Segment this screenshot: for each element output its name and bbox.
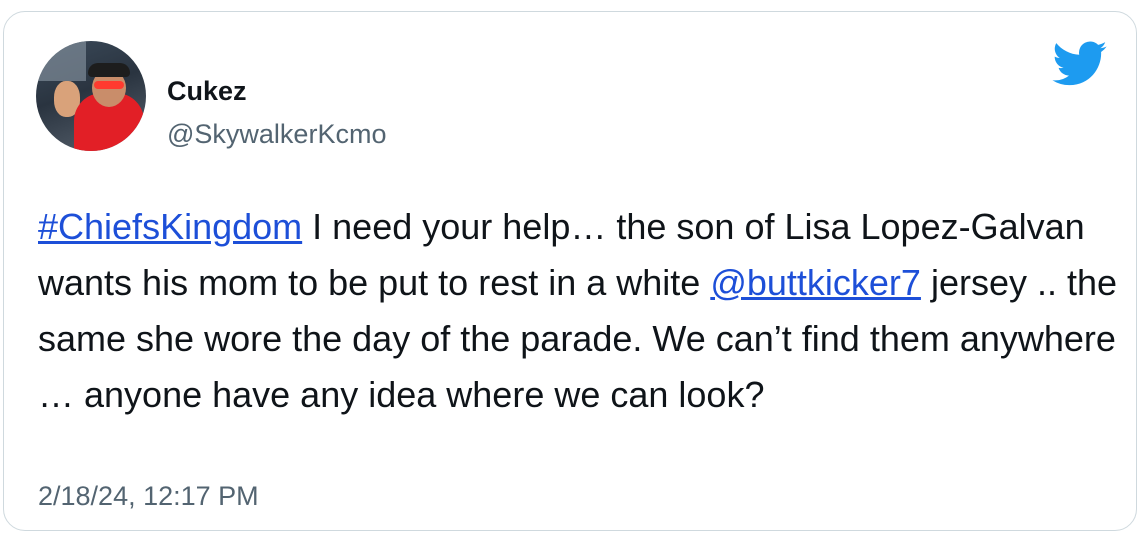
avatar-cap [88,63,130,77]
author-name[interactable]: Cukez [167,76,247,107]
tweet-text: #ChiefsKingdom I need your help… the son… [38,199,1118,423]
tweet-timestamp[interactable]: 2/18/24, 12:17 PM [38,481,259,512]
tweet-card: Cukez @SkywalkerKcmo #ChiefsKingdom I ne… [3,11,1137,531]
avatar[interactable] [36,41,146,151]
author-handle[interactable]: @SkywalkerKcmo [167,119,386,150]
hashtag-link[interactable]: #ChiefsKingdom [38,206,302,247]
twitter-bird-icon[interactable] [1052,41,1108,87]
avatar-glasses [94,81,124,89]
mention-link[interactable]: @buttkicker7 [710,262,921,303]
avatar-background [36,41,86,81]
